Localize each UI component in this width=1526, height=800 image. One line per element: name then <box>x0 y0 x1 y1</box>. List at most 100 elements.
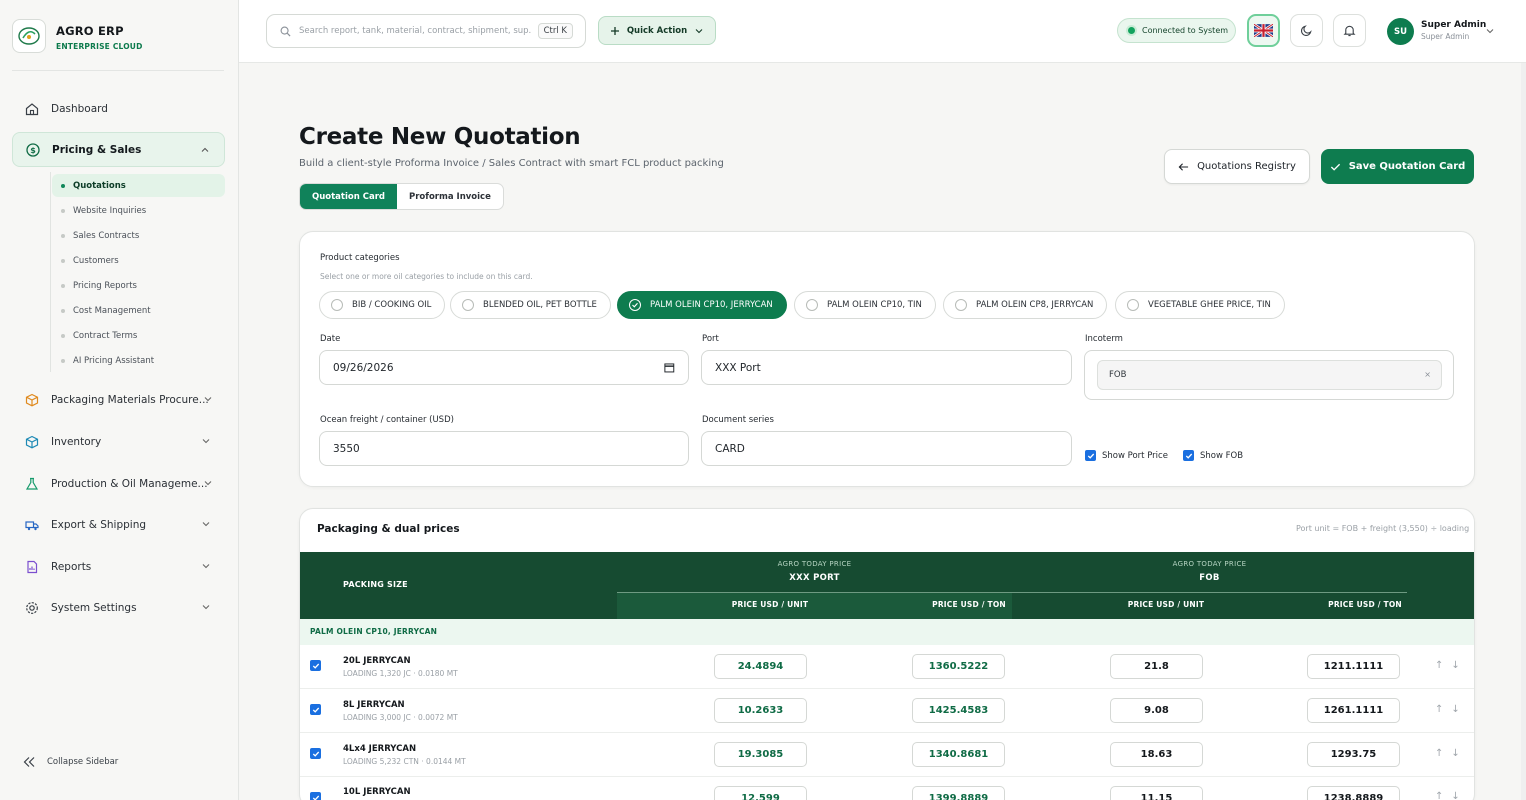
fob-unit-price-input[interactable]: 9.08 <box>1110 698 1203 723</box>
col-port-unit: PRICE USD / UNIT <box>731 600 809 609</box>
sub-item-ai-pricing-assistant[interactable]: AI Pricing Assistant <box>52 349 225 372</box>
category-chip[interactable]: PALM OLEIN CP8, JERRYCAN <box>943 291 1108 319</box>
incoterm-select[interactable]: FOB × <box>1084 350 1454 400</box>
freight-input[interactable] <box>333 442 675 455</box>
date-label: Date <box>320 334 341 344</box>
sub-item-sales-contracts[interactable]: Sales Contracts <box>52 224 225 247</box>
radio-circle-icon <box>462 299 474 311</box>
fob-ton-price-input[interactable]: 1293.75 <box>1307 742 1400 767</box>
series-field[interactable] <box>701 431 1072 466</box>
sidebar-item-system-settings[interactable]: System Settings <box>12 590 225 625</box>
fob-ton-price-input[interactable]: 1261.1111 <box>1307 698 1400 723</box>
checkbox-checked-icon[interactable] <box>1085 450 1096 461</box>
checkbox-checked-icon[interactable] <box>1183 450 1194 461</box>
arrow-up-icon[interactable]: ↑ <box>1435 704 1443 715</box>
sidebar-item-packaging[interactable]: Packaging Materials Procure... <box>12 382 225 417</box>
group-port-title: XXX PORT <box>789 573 840 583</box>
group-fob-caption: AGRO TODAY PRICE <box>1172 560 1247 568</box>
save-quotation-button[interactable]: Save Quotation Card <box>1321 149 1474 184</box>
clear-icon[interactable]: × <box>1424 370 1431 379</box>
sub-item-pricing-reports[interactable]: Pricing Reports <box>52 274 225 297</box>
date-field[interactable] <box>319 350 689 385</box>
sub-item-cost-management[interactable]: Cost Management <box>52 299 225 322</box>
freight-field[interactable] <box>319 431 689 466</box>
port-unit-price-input[interactable]: 10.2633 <box>714 698 807 723</box>
radio-circle-icon <box>806 299 818 311</box>
chevron-down-icon[interactable] <box>1485 26 1495 36</box>
fob-ton-price-input[interactable]: 1238.8889 <box>1307 786 1400 800</box>
arrow-down-icon[interactable]: ↓ <box>1451 791 1459 800</box>
notifications-button[interactable] <box>1333 14 1366 47</box>
tab-quotation-card[interactable]: Quotation Card <box>300 184 397 209</box>
category-chip-selected[interactable]: PALM OLEIN CP10, JERRYCAN <box>617 291 787 319</box>
theme-toggle-button[interactable] <box>1290 14 1323 47</box>
category-chip[interactable]: PALM OLEIN CP10, TIN <box>794 291 936 319</box>
sidebar-item-pricing-sales[interactable]: $ Pricing & Sales <box>12 132 225 167</box>
date-input[interactable] <box>333 361 665 374</box>
global-search[interactable]: Ctrl K <box>266 14 586 48</box>
fob-unit-price-input[interactable]: 11.15 <box>1110 786 1203 800</box>
sidebar-item-dashboard[interactable]: Dashboard <box>12 91 225 126</box>
show-fob-toggle[interactable]: Show FOB <box>1183 450 1243 461</box>
series-input[interactable] <box>715 442 1058 455</box>
row-packing-name: 4Lx4 JERRYCAN <box>343 744 417 754</box>
category-chip[interactable]: VEGETABLE GHEE PRICE, TIN <box>1115 291 1285 319</box>
category-chip[interactable]: BIB / COOKING OIL <box>319 291 446 319</box>
row-checkbox[interactable] <box>310 792 321 800</box>
sub-item-quotations[interactable]: Quotations <box>52 174 225 197</box>
sidebar-item-production[interactable]: Production & Oil Manageme... <box>12 466 225 501</box>
arrow-down-icon[interactable]: ↓ <box>1451 748 1459 759</box>
tab-proforma-invoice[interactable]: Proforma Invoice <box>397 184 503 209</box>
user-name: Super Admin <box>1421 20 1487 30</box>
port-unit-price-input[interactable]: 24.4894 <box>714 654 807 679</box>
arrow-up-icon[interactable]: ↑ <box>1435 748 1443 759</box>
port-unit-price-input[interactable]: 12.599 <box>714 786 807 800</box>
sidebar-item-reports[interactable]: Reports <box>12 549 225 584</box>
collapse-sidebar-button[interactable]: Collapse Sidebar <box>22 756 118 768</box>
fob-unit-price-input[interactable]: 21.8 <box>1110 654 1203 679</box>
sub-item-customers[interactable]: Customers <box>52 249 225 272</box>
sidebar-item-export-shipping[interactable]: Export & Shipping <box>12 507 225 542</box>
category-chip[interactable]: BLENDED OIL, PET BOTTLE <box>450 291 611 319</box>
row-checkbox[interactable] <box>310 660 321 671</box>
port-ton-price-input[interactable]: 1425.4583 <box>912 698 1005 723</box>
language-button[interactable] <box>1247 14 1280 47</box>
fob-ton-price-input[interactable]: 1211.1111 <box>1307 654 1400 679</box>
collapse-sidebar-label: Collapse Sidebar <box>47 757 119 767</box>
gear-icon <box>24 600 40 616</box>
arrow-down-icon[interactable]: ↓ <box>1451 704 1459 715</box>
avatar[interactable]: SU <box>1387 18 1414 45</box>
calendar-icon[interactable] <box>664 362 675 373</box>
moon-icon <box>1300 25 1312 37</box>
arrow-up-icon[interactable]: ↑ <box>1435 660 1443 671</box>
page-subtitle: Build a client-style Proforma Invoice / … <box>299 158 724 169</box>
chip-label: PALM OLEIN CP10, TIN <box>827 300 922 310</box>
row-checkbox[interactable] <box>310 748 321 759</box>
fob-unit-price-input[interactable]: 18.63 <box>1110 742 1203 767</box>
port-ton-price-input[interactable]: 1340.8681 <box>912 742 1005 767</box>
quick-action-button[interactable]: Quick Action <box>598 16 716 45</box>
incoterm-selected-tag[interactable]: FOB × <box>1097 360 1442 390</box>
chip-label: VEGETABLE GHEE PRICE, TIN <box>1148 300 1271 310</box>
port-input[interactable] <box>715 361 1058 374</box>
chevron-down-icon <box>202 522 210 527</box>
chip-label: BLENDED OIL, PET BOTTLE <box>483 300 597 310</box>
show-port-price-toggle[interactable]: Show Port Price <box>1085 450 1168 461</box>
search-input[interactable] <box>299 26 531 36</box>
arrow-down-icon[interactable]: ↓ <box>1451 660 1459 671</box>
sub-item-contract-terms[interactable]: Contract Terms <box>52 324 225 347</box>
row-checkbox[interactable] <box>310 704 321 715</box>
categories-label: Product categories <box>320 253 400 263</box>
port-ton-price-input[interactable]: 1360.5222 <box>912 654 1005 679</box>
sidebar-item-inventory[interactable]: Inventory <box>12 424 225 459</box>
port-field[interactable] <box>701 350 1072 385</box>
sub-item-website-inquiries[interactable]: Website Inquiries <box>52 199 225 222</box>
quotations-registry-button[interactable]: Quotations Registry <box>1164 149 1310 184</box>
port-ton-price-input[interactable]: 1399.8889 <box>912 786 1005 800</box>
page-scrollbar[interactable] <box>1521 63 1526 800</box>
uk-flag-icon <box>1254 24 1273 37</box>
port-unit-price-input[interactable]: 19.3085 <box>714 742 807 767</box>
arrow-up-icon[interactable]: ↑ <box>1435 791 1443 800</box>
quick-action-label: Quick Action <box>626 25 688 36</box>
sidebar-item-label: Pricing & Sales <box>52 143 142 156</box>
